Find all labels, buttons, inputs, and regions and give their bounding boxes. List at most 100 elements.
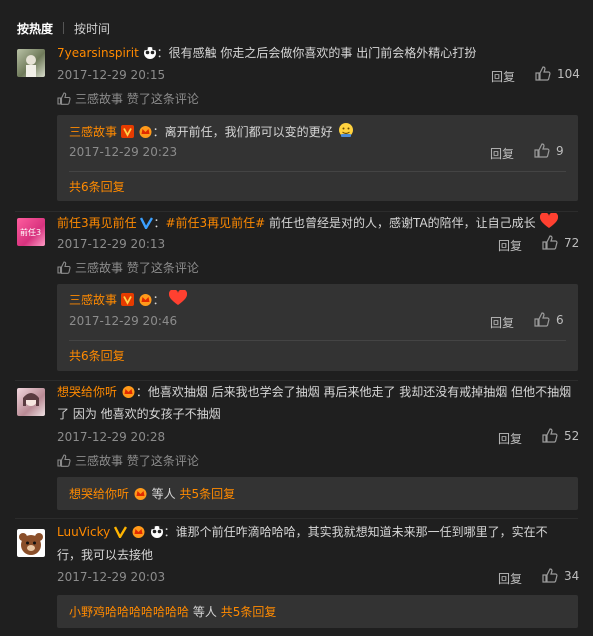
hashtag-link[interactable]: #前任3再见前任#	[165, 216, 265, 230]
verified-v-yellow-icon	[114, 526, 128, 538]
panda-emoji-icon	[143, 46, 156, 59]
tab-separator	[63, 22, 65, 34]
thumbs-up-icon	[542, 235, 558, 250]
avatar-image	[19, 533, 43, 555]
sub-like-button[interactable]: 6	[534, 312, 564, 327]
sub-reply-username[interactable]: 三感故事	[69, 293, 117, 307]
tab-sort-by-hot[interactable]: 按热度	[17, 20, 53, 37]
comment-body-line-1: 想哭给你听 ：他喜欢抽烟 后来我也学会了抽烟 再后来他走了 我却还没有戒掉抽烟 …	[57, 383, 571, 401]
view-more-replies-link[interactable]: 共6条回复	[69, 347, 125, 364]
comment-username[interactable]: LuuVicky	[57, 525, 110, 539]
sub-reply-time: 2017-12-29 20:46	[69, 314, 178, 328]
member-crown-icon	[139, 294, 152, 306]
liked-by-text: 三感故事 赞了这条评论	[75, 454, 199, 468]
thumbs-up-icon	[535, 66, 551, 81]
comment-body-line-2: 行，我可以去接他	[57, 546, 153, 564]
sub-reply-body: 三感故事 ：	[69, 290, 187, 309]
comment-username[interactable]: 7yearsinspirit	[57, 46, 139, 60]
sub-reply-text: ：离开前任，我们都可以变的更好	[152, 125, 333, 139]
comment-time: 2017-12-29 20:15	[57, 68, 166, 82]
comment-text-line-1: ：谁那个前任咋滴哈哈哈，其实我就想知道未来那一任到哪里了，实在不	[163, 525, 548, 539]
summary-username[interactable]: 想哭给你听	[69, 487, 129, 501]
view-more-replies-link[interactable]: 共5条回复	[180, 487, 236, 501]
avatar[interactable]	[17, 49, 45, 77]
comment-text-line-2: 了 因为 他喜欢的女孩子不抽烟	[57, 407, 221, 421]
view-more-replies-link[interactable]: 共5条回复	[221, 605, 277, 619]
reply-button[interactable]: 回复	[498, 237, 522, 254]
summary-mid-text: 等人	[192, 605, 217, 619]
liked-by-line: 三感故事 赞了这条评论	[57, 259, 199, 276]
comment-divider	[15, 380, 578, 381]
summary-mid-text: 等人	[151, 487, 176, 501]
sub-like-count: 9	[556, 143, 564, 158]
liked-by-text: 三感故事 赞了这条评论	[75, 92, 199, 106]
comment-colon: ：	[153, 216, 166, 230]
member-crown-icon	[134, 488, 147, 500]
verified-v-icon	[120, 125, 134, 138]
comment-time: 2017-12-29 20:03	[57, 570, 166, 584]
sub-divider	[69, 340, 566, 341]
comment-divider	[15, 518, 578, 519]
avatar[interactable]	[17, 529, 45, 557]
comment-body-line-1: LuuVicky ：谁那个前任咋滴哈哈哈，其实我就想知道未来那一任到哪里了，实在…	[57, 523, 548, 541]
thumbs-up-icon	[542, 428, 558, 443]
liked-by-text: 三感故事 赞了这条评论	[75, 261, 199, 275]
thumbs-up-small-icon	[57, 261, 71, 274]
sub-reply-button[interactable]: 回复	[490, 314, 514, 331]
member-crown-icon	[122, 386, 135, 398]
comment-time: 2017-12-29 20:28	[57, 430, 166, 444]
thumbs-up-small-icon	[57, 454, 71, 467]
comment-body: 前任3再见前任 ：#前任3再见前任# 前任也曾经是对的人，感谢TA的陪伴，让自己…	[57, 213, 558, 232]
replies-summary-box[interactable]: 小野鸡哈哈哈哈哈哈哈 等人 共5条回复	[57, 595, 578, 628]
thumbs-up-icon	[534, 143, 550, 158]
like-count: 34	[564, 568, 580, 583]
heart-emoji-icon	[168, 290, 187, 305]
liked-by-line: 三感故事 赞了这条评论	[57, 90, 199, 107]
view-more-replies-link[interactable]: 共6条回复	[69, 178, 125, 195]
like-count: 52	[564, 428, 580, 443]
sub-reply-text: ：	[152, 293, 165, 307]
member-crown-icon	[139, 126, 152, 138]
like-button[interactable]: 52	[542, 428, 579, 443]
tab-sort-by-time[interactable]: 按时间	[74, 20, 110, 37]
comment-body: 7yearsinspirit ：很有感触 你走之后会做你喜欢的事 出门前会格外精…	[57, 44, 476, 62]
thumbs-up-small-icon	[57, 92, 71, 105]
replies-summary: 小野鸡哈哈哈哈哈哈哈 等人 共5条回复	[69, 603, 276, 621]
comment-text-line-2: 行，我可以去接他	[57, 548, 154, 562]
reply-button[interactable]: 回复	[498, 430, 522, 447]
like-count: 72	[564, 235, 580, 250]
avatar[interactable]: 前任3	[17, 218, 45, 246]
reply-button[interactable]: 回复	[491, 68, 515, 85]
sub-reply-time: 2017-12-29 20:23	[69, 145, 178, 159]
replies-summary-box[interactable]: 想哭给你听 等人 共5条回复	[57, 477, 578, 510]
comment-divider	[15, 211, 578, 212]
smiling-emoji-icon	[338, 123, 353, 137]
heart-emoji-icon	[539, 213, 558, 228]
avatar-image: 前任3	[20, 227, 41, 237]
comment-text-line-1: ：他喜欢抽烟 后来我也学会了抽烟 再后来他走了 我却还没有戒掉抽烟 但他不抽烟	[135, 385, 572, 399]
thumbs-up-icon	[534, 312, 550, 327]
comment-username[interactable]: 想哭给你听	[57, 385, 117, 399]
sub-reply-box: 三感故事 ： 2017-12-29 20:46 回复 6 共6条回复	[57, 284, 578, 371]
sort-tabs: 按热度 按时间	[17, 19, 110, 37]
liked-by-line: 三感故事 赞了这条评论	[57, 452, 199, 469]
comment-text: 前任也曾经是对的人，感谢TA的陪伴，让自己成长	[265, 216, 536, 230]
verified-v-blue-icon	[140, 217, 154, 229]
sub-reply-body: 三感故事 ：离开前任，我们都可以变的更好	[69, 122, 355, 141]
comment-text: ：很有感触 你走之后会做你喜欢的事 出门前会格外精心打扮	[156, 46, 477, 60]
sub-like-button[interactable]: 9	[534, 143, 564, 158]
sub-reply-button[interactable]: 回复	[490, 145, 514, 162]
comment-username[interactable]: 前任3再见前任	[57, 216, 137, 230]
panda-emoji-icon	[150, 525, 163, 538]
thumbs-up-icon	[542, 568, 558, 583]
reply-button[interactable]: 回复	[498, 570, 522, 587]
like-button[interactable]: 72	[542, 235, 579, 250]
summary-username[interactable]: 小野鸡哈哈哈哈哈哈哈	[69, 605, 189, 619]
sub-reply-username[interactable]: 三感故事	[69, 125, 117, 139]
member-crown-icon	[132, 526, 145, 538]
like-button[interactable]: 104	[535, 66, 580, 81]
like-button[interactable]: 34	[542, 568, 579, 583]
sub-like-count: 6	[556, 312, 564, 327]
like-count: 104	[557, 66, 580, 81]
avatar[interactable]	[17, 388, 45, 416]
